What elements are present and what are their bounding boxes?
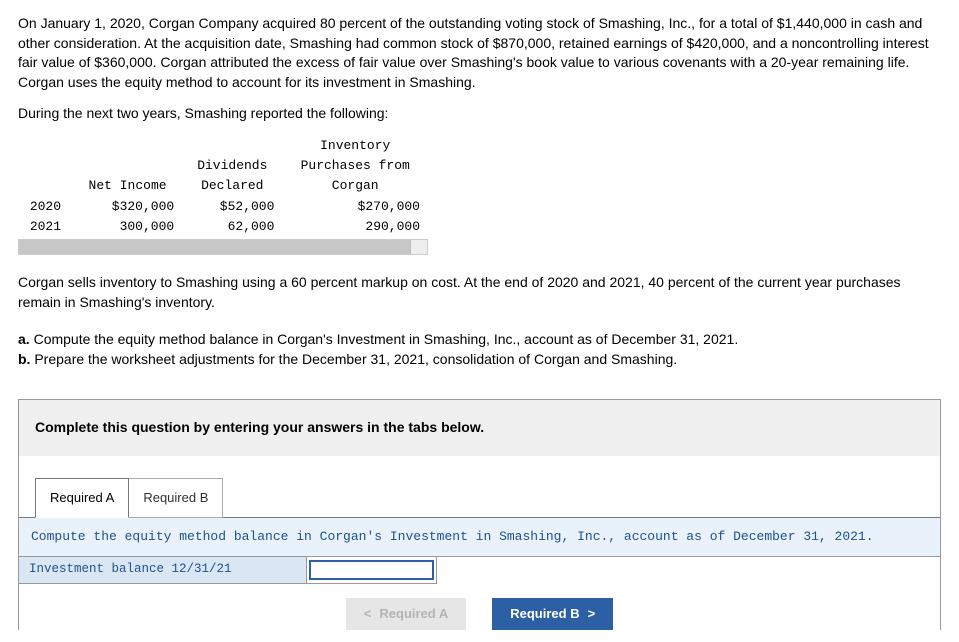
scrollbar-thumb[interactable]	[19, 240, 411, 254]
col-dividends-l1: Dividends	[182, 156, 282, 176]
data-table-wrap: Inventory Dividends Purchases from Net I…	[18, 136, 428, 255]
cell-year: 2020	[18, 197, 73, 217]
cell-div: $52,000	[182, 197, 282, 217]
table-row: 2020 $320,000 $52,000 $270,000	[18, 197, 428, 217]
questions-block: a. Compute the equity method balance in …	[18, 330, 941, 369]
question-a-text: Compute the equity method balance in Cor…	[30, 331, 739, 347]
col-inventory-l2: Purchases from	[282, 156, 428, 176]
table-row: 2021 300,000 62,000 290,000	[18, 217, 428, 237]
chevron-left-icon: <	[364, 606, 372, 621]
question-b-prefix: b.	[18, 351, 30, 367]
intro-paragraph-1: On January 1, 2020, Corgan Company acqui…	[18, 14, 941, 92]
investment-balance-input[interactable]	[309, 560, 434, 580]
cell-ni: $320,000	[73, 197, 182, 217]
tab-required-a[interactable]: Required A	[35, 478, 129, 518]
tab-required-b[interactable]: Required B	[129, 478, 223, 518]
prev-label: Required A	[379, 606, 448, 621]
tab-a-prompt: Compute the equity method balance in Cor…	[19, 518, 940, 557]
answer-area: Complete this question by entering your …	[18, 399, 941, 629]
financial-data-table: Inventory Dividends Purchases from Net I…	[18, 136, 428, 237]
investment-balance-cell	[307, 557, 437, 584]
answer-row: Investment balance 12/31/21	[19, 557, 940, 584]
tabs-row: Required A Required B	[19, 478, 940, 517]
markup-paragraph: Corgan sells inventory to Smashing using…	[18, 273, 941, 312]
col-dividends-l2: Declared	[182, 176, 282, 196]
intro-paragraph-2: During the next two years, Smashing repo…	[18, 104, 941, 124]
cell-div: 62,000	[182, 217, 282, 237]
col-inventory-l3: Corgan	[282, 176, 428, 196]
cell-year: 2021	[18, 217, 73, 237]
question-a-prefix: a.	[18, 331, 30, 347]
next-label: Required B	[510, 606, 579, 621]
cell-inv: $270,000	[282, 197, 428, 217]
cell-ni: 300,000	[73, 217, 182, 237]
instruction-bar: Complete this question by entering your …	[19, 400, 940, 456]
chevron-right-icon: >	[588, 606, 596, 621]
question-b-text: Prepare the worksheet adjustments for th…	[30, 351, 677, 367]
horizontal-scrollbar[interactable]	[18, 239, 428, 255]
investment-balance-label: Investment balance 12/31/21	[19, 557, 307, 584]
col-net-income: Net Income	[73, 176, 182, 196]
cell-inv: 290,000	[282, 217, 428, 237]
tab-pane-a: Compute the equity method balance in Cor…	[19, 517, 940, 584]
col-inventory-l1: Inventory	[282, 136, 428, 156]
